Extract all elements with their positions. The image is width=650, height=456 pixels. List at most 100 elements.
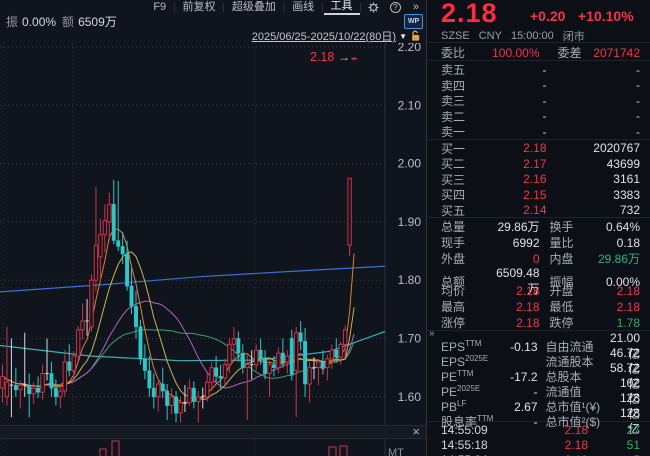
stats-label: 开盘 xyxy=(540,282,586,299)
candle xyxy=(81,304,84,340)
buy-level-row[interactable]: 买一2.182020767 xyxy=(427,140,650,156)
candle xyxy=(157,378,160,411)
ma10-line xyxy=(3,252,355,400)
sell-level-label: 卖二 xyxy=(441,108,481,125)
buy-level-price: 2.16 xyxy=(481,172,561,186)
close-icon[interactable]: × xyxy=(412,425,420,439)
tick-volume: 5 xyxy=(588,453,640,456)
last-price: 2.18 xyxy=(441,0,498,29)
weibi-label: 委比 xyxy=(441,44,485,61)
stats-value: 2.18 xyxy=(485,300,540,314)
financial-label-sup: 2025E xyxy=(465,354,488,363)
amount-label: 额 xyxy=(62,13,74,30)
buy-level-price: 2.14 xyxy=(481,203,561,217)
gear-icon[interactable] xyxy=(368,2,379,13)
stats-row: 最高2.18最低2.18 xyxy=(427,298,650,314)
sell-level-volume: - xyxy=(561,109,641,123)
last-price-marker: 2.18 xyxy=(310,50,334,64)
candle xyxy=(117,181,120,251)
stats-label: 均价 xyxy=(441,282,485,299)
market-status-bar: SZSE CNY 15:00:00 闭市 xyxy=(427,29,650,43)
buy-level-volume: 3383 xyxy=(561,188,641,202)
candle xyxy=(206,374,209,402)
buy-level-label: 买四 xyxy=(441,186,481,203)
candle xyxy=(254,344,257,370)
kline-svg: 2.202.102.001.901.801.701.602.18→ xyxy=(0,43,426,425)
buy-level-volume: 3161 xyxy=(561,172,641,186)
stats-row: 均价2.18开盘2.18 xyxy=(427,282,650,298)
toolbar-item-2[interactable]: 前复权 xyxy=(176,1,223,14)
sell-level-row[interactable]: 卖二-- xyxy=(427,108,650,124)
panel-expander-icon[interactable]: » xyxy=(429,328,435,339)
wp-tool-icon[interactable]: WP xyxy=(404,14,423,29)
candle xyxy=(246,355,249,420)
sell-level-row[interactable]: 卖四-- xyxy=(427,77,650,93)
pane-divider: × xyxy=(0,425,426,439)
sell-level-row[interactable]: 卖三-- xyxy=(427,92,650,108)
sell-level-row[interactable]: 卖一-- xyxy=(427,123,650,139)
toolbar-item-1[interactable]: F9 xyxy=(146,1,173,14)
currency-label: CNY xyxy=(479,30,502,42)
buy-level-price: 2.18 xyxy=(481,141,561,155)
weicha-label: 委差 xyxy=(540,44,586,61)
financials-section: EPSTTM-0.13自由流通21.00亿EPS2025E流通股本46.72亿P… xyxy=(427,330,650,421)
candle xyxy=(68,344,71,376)
stats-value: 2.18 xyxy=(586,284,641,298)
sell-level-price: - xyxy=(481,63,561,77)
financial-value: -0.13 xyxy=(507,340,538,354)
buy-level-row[interactable]: 买五2.14732 xyxy=(427,202,650,218)
stats-label: 换手 xyxy=(540,218,586,235)
buy-level-row[interactable]: 买四2.153383 xyxy=(427,186,650,202)
stats-row: 涨停2.18跌停1.78 xyxy=(427,314,650,330)
buy-queue: 买一2.182020767买二2.1743699买三2.163161买四2.15… xyxy=(427,139,650,218)
volume-pane[interactable]: MT xyxy=(0,439,426,456)
market-status: 闭市 xyxy=(563,28,585,44)
tick-volume: 27 xyxy=(588,423,640,437)
stats-label: 内盘 xyxy=(540,250,586,267)
more-menu-icon[interactable]: » xyxy=(406,1,426,14)
toolbar-item-3[interactable]: 超级叠加 xyxy=(225,1,283,14)
candle xyxy=(188,379,191,405)
stats-label: 外盘 xyxy=(441,250,485,267)
tick-list: 14:55:092.182714:55:182.185114:55:242.18… xyxy=(427,421,650,456)
candle xyxy=(143,344,146,379)
tick-volume: 51 xyxy=(588,438,640,452)
amplitude-label: 振 xyxy=(6,13,18,30)
stats-row: 现手6992量比0.18 xyxy=(427,234,650,250)
buy-level-row[interactable]: 买二2.1743699 xyxy=(427,155,650,171)
kline-chart[interactable]: 2.202.102.001.901.801.701.602.18→ xyxy=(0,43,426,425)
stats-value: 0 xyxy=(485,252,540,266)
candle xyxy=(14,368,17,397)
candle xyxy=(192,382,195,409)
date-range-selector[interactable]: 2025/06/25-2025/10/22(80日) xyxy=(252,28,396,44)
financial-label: PE2025E xyxy=(441,384,507,399)
help-icon[interactable]: ? xyxy=(390,2,401,13)
financial-label: EPS2025E xyxy=(441,354,507,369)
sell-level-price: - xyxy=(481,78,561,92)
candle xyxy=(290,330,293,381)
gear-icon-wrap[interactable] xyxy=(362,2,385,13)
buy-level-row[interactable]: 买三2.163161 xyxy=(427,171,650,187)
buy-level-label: 买一 xyxy=(441,140,481,157)
tick-price: 2.18 xyxy=(528,438,588,452)
blue-ma-line xyxy=(0,266,385,292)
tick-row: 14:55:242.185 xyxy=(427,452,650,456)
range-dropdown-icon[interactable]: ▼ xyxy=(399,32,407,41)
candle xyxy=(268,361,271,397)
y-axis-label: 2.10 xyxy=(398,98,422,112)
volume-bar xyxy=(112,441,119,456)
unlock-icon[interactable] xyxy=(410,30,422,42)
financial-label: PETTM xyxy=(441,369,507,384)
candle xyxy=(36,376,39,398)
stats-label: 跌停 xyxy=(540,314,586,331)
volume-svg xyxy=(0,439,426,456)
amplitude-value: 0.00% xyxy=(22,15,56,29)
toolbar-item-4[interactable]: 画线 xyxy=(285,1,321,14)
stats-value: 6992 xyxy=(485,236,540,250)
tick-price: 2.18 xyxy=(528,423,588,437)
range-bar: 2025/06/25-2025/10/22(80日) ▼ xyxy=(0,29,426,43)
exchange-label: SZSE xyxy=(441,30,470,42)
financial-value: - xyxy=(507,385,538,399)
toolbar-item-5[interactable]: 工具 xyxy=(324,0,360,15)
sell-level-row[interactable]: 卖五-- xyxy=(427,61,650,77)
